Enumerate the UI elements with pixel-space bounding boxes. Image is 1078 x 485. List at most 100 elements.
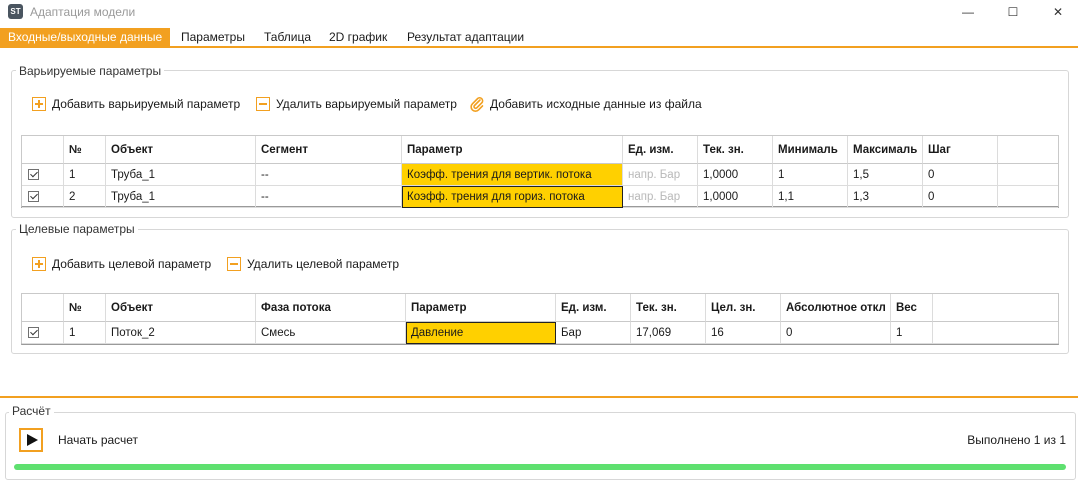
column-header[interactable]: Сегмент [256, 136, 402, 164]
column-header [998, 136, 1058, 164]
table-row[interactable]: 1 Поток_2 Смесь Давление Бар 17,069 16 0… [22, 322, 1058, 344]
minus-icon [227, 257, 241, 271]
checkbox[interactable] [28, 169, 39, 180]
column-header[interactable]: Параметр [406, 294, 556, 322]
current-value-cell: 1,0000 [698, 186, 773, 208]
min-cell[interactable]: 1 [773, 164, 848, 186]
tab-input-output[interactable]: Входные/выходные данные [0, 28, 171, 46]
tab-parameters[interactable]: Параметры [173, 28, 253, 46]
max-cell[interactable]: 1,5 [848, 164, 923, 186]
unit-cell[interactable]: Бар [556, 322, 631, 344]
current-value-cell: 1,0000 [698, 164, 773, 186]
tab-table[interactable]: Таблица [256, 28, 319, 46]
filler-cell [998, 186, 1058, 208]
column-header [22, 136, 64, 164]
column-header[interactable]: Минималь [773, 136, 848, 164]
minimize-button[interactable]: — [945, 0, 991, 24]
phase-cell[interactable]: Смесь [256, 322, 406, 344]
min-cell[interactable]: 1,1 [773, 186, 848, 208]
plus-icon [32, 257, 46, 271]
column-header [22, 294, 64, 322]
column-header[interactable]: Шаг [923, 136, 998, 164]
row-number: 1 [64, 322, 106, 344]
add-variable-param-label: Добавить варьируемый параметр [52, 97, 241, 111]
current-value-cell: 17,069 [631, 322, 706, 344]
column-header[interactable]: Фаза потока [256, 294, 406, 322]
progress-bar [14, 464, 1066, 470]
checkbox[interactable] [28, 191, 39, 202]
minus-icon [256, 97, 270, 111]
column-header[interactable]: Объект [106, 294, 256, 322]
calculation-title: Расчёт [9, 404, 54, 418]
remove-target-param-button[interactable]: Удалить целевой параметр [227, 255, 399, 273]
abs-deviation-cell[interactable]: 0 [781, 322, 891, 344]
close-button[interactable]: ✕ [1035, 0, 1078, 24]
step-cell[interactable]: 0 [923, 164, 998, 186]
section-divider [0, 396, 1078, 398]
start-calculation-label[interactable]: Начать расчет [58, 433, 138, 447]
remove-variable-param-button[interactable]: Удалить варьируемый параметр [256, 95, 457, 113]
remove-variable-param-label: Удалить варьируемый параметр [276, 97, 457, 111]
segment-cell[interactable]: -- [256, 186, 402, 208]
tab-adaptation-result[interactable]: Результат адаптации [399, 28, 532, 46]
variable-params-table: № Объект Сегмент Параметр Ед. изм. Тек. … [21, 135, 1059, 208]
play-icon[interactable] [19, 428, 43, 452]
target-params-title: Целевые параметры [16, 222, 138, 236]
add-variable-param-button[interactable]: Добавить варьируемый параметр [32, 95, 240, 113]
tab-bar: Входные/выходные данные Параметры Таблиц… [0, 28, 1078, 48]
column-header[interactable]: Вес [891, 294, 933, 322]
variable-params-title: Варьируемые параметры [16, 64, 165, 78]
maximize-button[interactable]: ☐ [990, 0, 1036, 24]
column-header[interactable]: Максималь [848, 136, 923, 164]
column-header[interactable]: Тек. зн. [631, 294, 706, 322]
add-target-param-button[interactable]: Добавить целевой параметр [32, 255, 211, 273]
row-number: 2 [64, 186, 106, 208]
target-value-cell[interactable]: 16 [706, 322, 781, 344]
add-target-param-label: Добавить целевой параметр [52, 257, 212, 271]
table-header-row: № Объект Фаза потока Параметр Ед. изм. Т… [22, 294, 1058, 322]
unit-cell[interactable]: напр. Бар [623, 164, 698, 186]
column-header[interactable]: № [64, 294, 106, 322]
remove-target-param-label: Удалить целевой параметр [247, 257, 400, 271]
table-header-row: № Объект Сегмент Параметр Ед. изм. Тек. … [22, 136, 1058, 164]
row-checkbox-cell[interactable] [22, 164, 64, 186]
parameter-cell[interactable]: Давление [406, 322, 556, 344]
column-header[interactable]: Ед. изм. [556, 294, 631, 322]
table-row[interactable]: 1 Труба_1 -- Коэфф. трения для вертик. п… [22, 164, 1058, 186]
column-header[interactable]: Параметр [402, 136, 623, 164]
parameter-cell[interactable]: Коэфф. трения для вертик. потока [402, 164, 623, 186]
segment-cell[interactable]: -- [256, 164, 402, 186]
object-cell[interactable]: Труба_1 [106, 186, 256, 208]
add-source-data-label: Добавить исходные данные из файла [490, 97, 702, 111]
column-header [933, 294, 1058, 322]
paperclip-icon [470, 97, 484, 112]
calculation-status: Выполнено 1 из 1 [967, 433, 1066, 447]
window-title: Адаптация модели [30, 5, 136, 19]
column-header[interactable]: № [64, 136, 106, 164]
weight-cell[interactable]: 1 [891, 322, 933, 344]
app-logo-icon: ST [8, 4, 23, 19]
add-source-data-button[interactable]: Добавить исходные данные из файла [470, 95, 702, 113]
table-row[interactable]: 2 Труба_1 -- Коэфф. трения для гориз. по… [22, 186, 1058, 208]
filler-cell [933, 322, 1058, 344]
unit-cell[interactable]: напр. Бар [623, 186, 698, 208]
parameter-cell[interactable]: Коэфф. трения для гориз. потока [402, 186, 623, 208]
checkbox[interactable] [28, 327, 39, 338]
column-header[interactable]: Ед. изм. [623, 136, 698, 164]
title-bar: ST Адаптация модели — ☐ ✕ [0, 0, 1078, 24]
object-cell[interactable]: Поток_2 [106, 322, 256, 344]
row-checkbox-cell[interactable] [22, 186, 64, 208]
step-cell[interactable]: 0 [923, 186, 998, 208]
target-params-table: № Объект Фаза потока Параметр Ед. изм. Т… [21, 293, 1059, 345]
tab-2d-chart[interactable]: 2D график [321, 28, 395, 46]
column-header[interactable]: Абсолютное откл [781, 294, 891, 322]
filler-cell [998, 164, 1058, 186]
plus-icon [32, 97, 46, 111]
row-checkbox-cell[interactable] [22, 322, 64, 344]
column-header[interactable]: Объект [106, 136, 256, 164]
object-cell[interactable]: Труба_1 [106, 164, 256, 186]
column-header[interactable]: Тек. зн. [698, 136, 773, 164]
column-header[interactable]: Цел. зн. [706, 294, 781, 322]
row-number: 1 [64, 164, 106, 186]
max-cell[interactable]: 1,3 [848, 186, 923, 208]
